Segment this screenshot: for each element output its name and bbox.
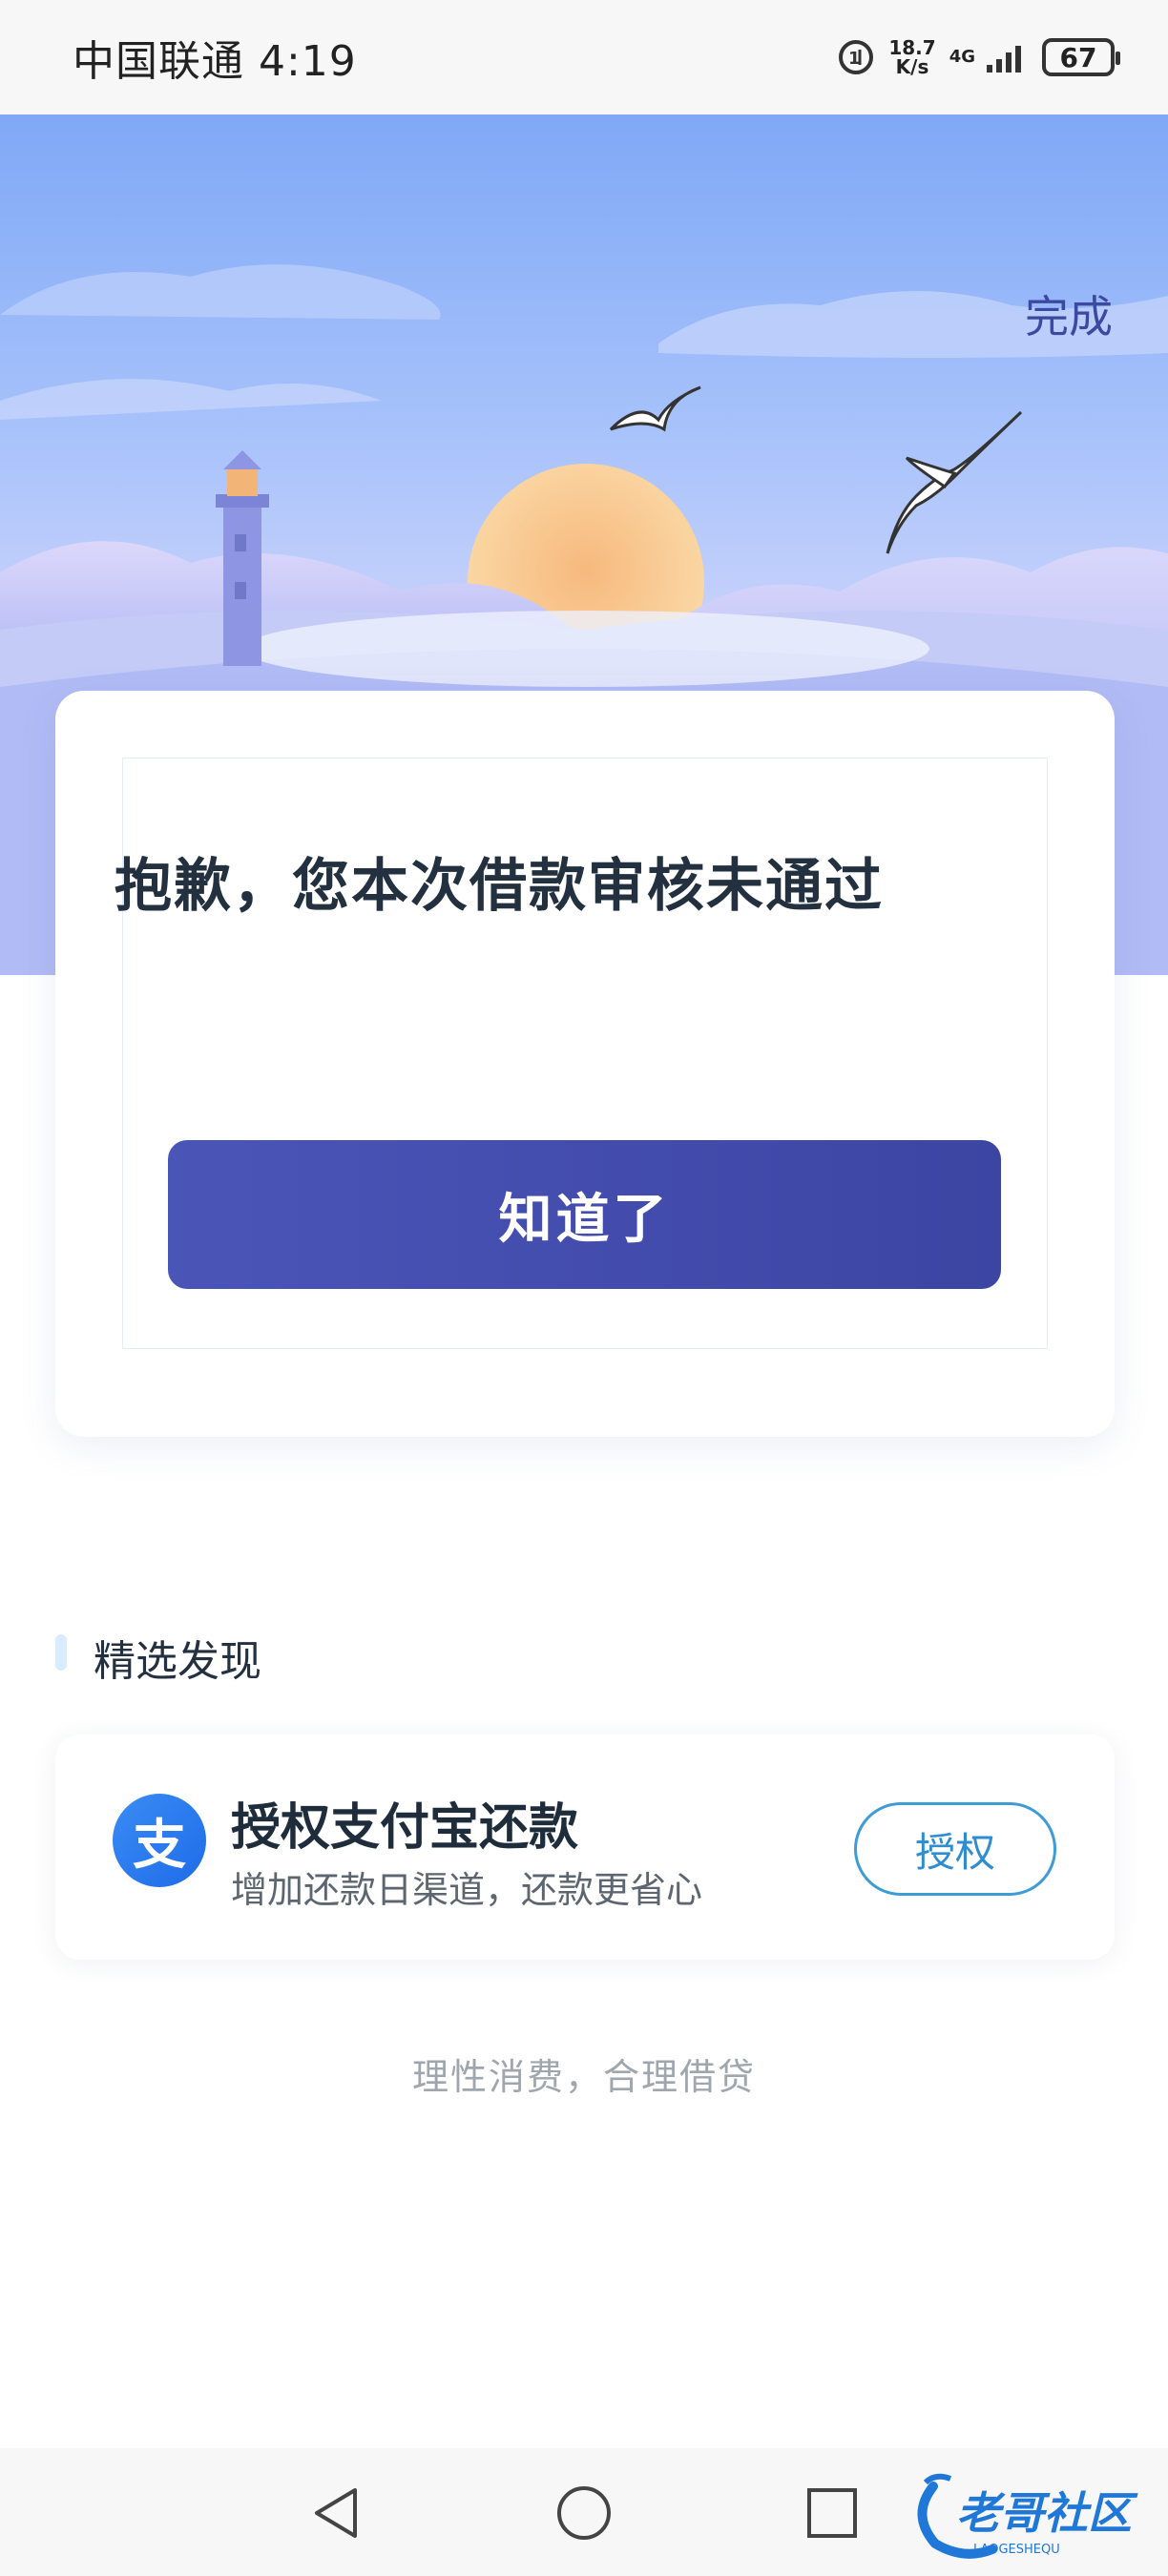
- got-it-label: 知道了: [498, 1188, 671, 1251]
- authorize-button[interactable]: 授权: [854, 1802, 1056, 1896]
- footer-note: 理性消费，合理借贷: [411, 2056, 756, 2098]
- alipay-icon: 支: [113, 1794, 206, 1887]
- promo-subtitle: 增加还款日渠道，还款更省心: [231, 1869, 703, 1911]
- result-title: 抱歉，您本次借款审核未通过: [115, 853, 884, 920]
- page: 中国联通 4:19 1 18.7 K/s 4G 67 完成 抱歉，您本次借款审核…: [0, 0, 1168, 2576]
- lighthouse: [216, 450, 269, 666]
- seagull-large: [886, 410, 1023, 554]
- recents-icon[interactable]: [796, 2477, 868, 2549]
- watermark-logo: 老哥社区 LAOGESHEQU: [917, 2473, 1138, 2559]
- signal-icon: [987, 46, 1021, 73]
- battery-level: 67: [1059, 41, 1097, 73]
- speed-value: 18.7: [888, 36, 936, 59]
- alipay-icon-char: 支: [133, 1814, 186, 1877]
- status-icons: 1 18.7 K/s 4G 67: [837, 38, 1120, 76]
- section-title: 精选发现: [94, 1637, 261, 1686]
- home-icon[interactable]: [548, 2477, 620, 2549]
- network-type: 4G: [949, 47, 975, 67]
- done-button[interactable]: 完成: [1025, 282, 1113, 345]
- speed-unit: K/s: [895, 55, 929, 78]
- promo-title: 授权支付宝还款: [231, 1799, 579, 1857]
- got-it-button[interactable]: 知道了: [168, 1140, 1001, 1289]
- network-speed: 18.7 K/s: [888, 38, 935, 76]
- back-icon[interactable]: [300, 2477, 372, 2549]
- authorize-label: 授权: [914, 1828, 995, 1876]
- hd-call-icon: 1: [839, 40, 874, 74]
- watermark-text: 老哥社区: [956, 2487, 1138, 2539]
- watermark-subtext: LAOGESHEQU: [973, 2543, 1060, 2557]
- status-bar: 中国联通 4:19 1 18.7 K/s 4G 67: [0, 0, 1168, 114]
- section-accent-bar: [55, 1634, 67, 1671]
- carrier-time: 中国联通 4:19: [73, 37, 357, 86]
- seagull-small: [609, 385, 701, 432]
- result-card: [55, 691, 1115, 1437]
- battery-indicator: 67: [1042, 38, 1120, 76]
